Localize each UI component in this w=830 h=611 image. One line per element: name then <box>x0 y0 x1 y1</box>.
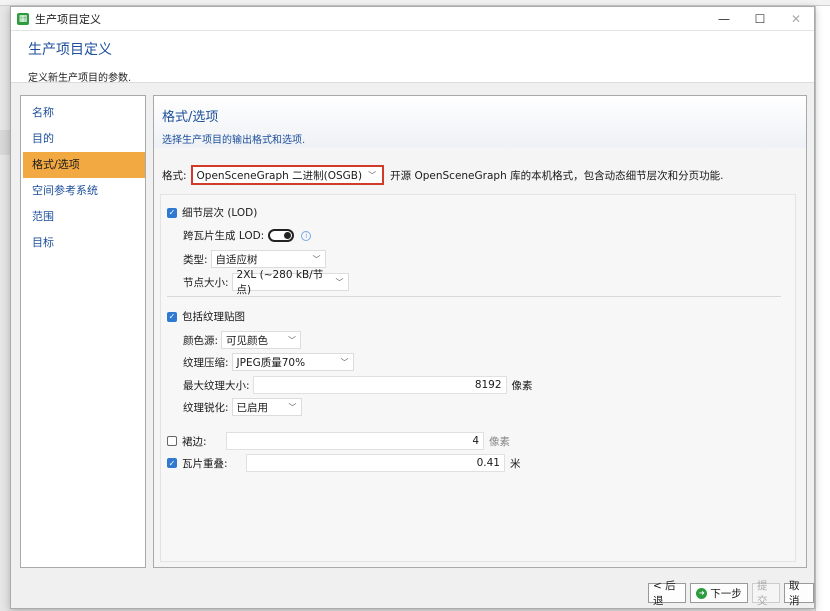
skirt-row: 裙边: 4 像素 <box>167 432 510 450</box>
nav-item-format[interactable]: 格式/选项 <box>23 152 145 178</box>
wizard-footer: < 后退 ➜ 下一步 提交 取消 <box>11 575 816 608</box>
color-source-label: 颜色源: <box>183 334 219 347</box>
skirt-input[interactable]: 4 <box>226 432 484 450</box>
chevron-down-icon: ﹀ <box>312 254 321 264</box>
minimize-button[interactable]: — <box>706 7 742 31</box>
color-source-value: 可见颜色 <box>226 334 269 347</box>
lod-checkbox-row[interactable]: ✓ 细节层次 (LOD) <box>167 205 257 220</box>
chevron-down-icon: ﹀ <box>288 402 297 412</box>
overlap-input[interactable]: 0.41 <box>246 454 505 472</box>
title-bar: ▦ 生产项目定义 — ☐ ✕ <box>11 7 814 31</box>
texture-sharpen-value: 已启用 <box>236 401 269 414</box>
background-left-edge <box>0 130 10 155</box>
nav-item-target[interactable]: 目标 <box>21 230 145 256</box>
skirt-label: 裙边: <box>182 435 207 448</box>
texture-checkbox[interactable]: ✓ <box>167 311 177 322</box>
chevron-down-icon: ﹀ <box>288 335 297 345</box>
cross-tile-lod-row: 跨瓦片生成 LOD: i <box>183 228 312 243</box>
cancel-button[interactable]: 取消 <box>784 580 814 607</box>
overlap-row: ✓ 瓦片重叠: 0.41 米 <box>167 454 521 472</box>
format-select-value: OpenSceneGraph 二进制(OSGB) <box>196 169 363 182</box>
node-size-label: 节点大小: <box>183 276 229 289</box>
close-button[interactable]: ✕ <box>778 7 814 31</box>
wizard-nav: 名称 目的 格式/选项 空间参考系统 范围 目标 <box>20 95 146 568</box>
color-source-row: 颜色源: 可见颜色 ﹀ <box>183 331 302 349</box>
background-right-panel <box>815 6 830 611</box>
window-title: 生产项目定义 <box>35 12 101 26</box>
format-select[interactable]: OpenSceneGraph 二进制(OSGB) ﹀ <box>190 165 385 185</box>
section-subtitle: 选择生产项目的输出格式和选项. <box>162 135 306 146</box>
overlap-checkbox[interactable]: ✓ <box>167 458 177 468</box>
lod-label: 细节层次 (LOD) <box>182 207 258 219</box>
texture-sharpen-row: 纹理锐化: 已启用 ﹀ <box>183 398 302 416</box>
dialog-window: ▦ 生产项目定义 — ☐ ✕ 生产项目定义 定义新生产项目的参数. 名称 目的 … <box>10 6 815 609</box>
nav-item-extent[interactable]: 范围 <box>21 204 145 230</box>
max-texture-size-row: 最大纹理大小: 8192 像素 <box>183 376 533 394</box>
node-size-select[interactable]: 2XL (~280 kB/节点) ﹀ <box>231 269 349 296</box>
format-label: 格式: <box>162 169 187 182</box>
cross-tile-lod-label: 跨瓦片生成 LOD: <box>183 230 265 242</box>
section-title: 格式/选项 <box>162 110 219 125</box>
color-source-select[interactable]: 可见颜色 ﹀ <box>221 331 302 349</box>
lod-type-label: 类型: <box>183 253 208 266</box>
format-row: 格式: OpenSceneGraph 二进制(OSGB) ﹀ 开源 OpenSc… <box>162 165 723 185</box>
chevron-down-icon: ﹀ <box>340 357 349 367</box>
node-size-value: 2XL (~280 kB/节点) <box>236 269 324 296</box>
next-button[interactable]: ➜ 下一步 <box>690 583 748 603</box>
skirt-checkbox[interactable] <box>167 436 177 446</box>
lod-type-value: 自适应树 <box>215 253 258 266</box>
page-subtitle: 定义新生产项目的参数. <box>28 73 132 84</box>
lod-type-row: 类型: 自适应树 ﹀ <box>183 250 326 268</box>
lod-type-select[interactable]: 自适应树 ﹀ <box>210 250 326 268</box>
format-description: 开源 OpenSceneGraph 库的本机格式，包含动态细节层次和分页功能. <box>390 169 724 182</box>
overlap-unit: 米 <box>510 457 521 470</box>
content-header: 格式/选项 选择生产项目的输出格式和选项. <box>154 96 806 148</box>
nav-item-name[interactable]: 名称 <box>21 100 145 126</box>
texture-compression-label: 纹理压缩: <box>183 356 229 369</box>
texture-label: 包括纹理贴图 <box>182 311 245 323</box>
info-icon[interactable]: i <box>301 230 312 241</box>
max-texture-size-input[interactable]: 8192 <box>252 376 507 394</box>
max-texture-size-label: 最大纹理大小: <box>183 379 250 392</box>
cross-tile-lod-toggle[interactable] <box>268 229 295 242</box>
overlap-label: 瓦片重叠: <box>182 457 228 470</box>
texture-compression-row: 纹理压缩: JPEG质量70% ﹀ <box>183 353 354 371</box>
texture-compression-value: JPEG质量70% <box>236 356 306 369</box>
back-button[interactable]: < 后退 <box>648 580 686 607</box>
next-label: 下一步 <box>710 587 742 600</box>
submit-button[interactable]: 提交 <box>752 580 780 607</box>
maximize-button[interactable]: ☐ <box>742 7 778 31</box>
chevron-down-icon: ﹀ <box>368 170 377 180</box>
node-size-row: 节点大小: 2XL (~280 kB/节点) ﹀ <box>183 269 349 296</box>
max-texture-size-unit: 像素 <box>511 379 533 392</box>
texture-sharpen-label: 纹理锐化: <box>183 401 229 414</box>
content-pane: 格式/选项 选择生产项目的输出格式和选项. 格式: OpenSceneGraph… <box>153 95 807 568</box>
lod-checkbox[interactable]: ✓ <box>167 207 177 218</box>
options-panel: ✓ 细节层次 (LOD) 跨瓦片生成 LOD: i 类型: 自适应树 ﹀ 节点大… <box>160 194 796 562</box>
app-icon: ▦ <box>17 12 29 25</box>
nav-item-purpose[interactable]: 目的 <box>21 126 145 152</box>
chevron-down-icon: ﹀ <box>335 277 344 287</box>
nav-item-srs[interactable]: 空间参考系统 <box>21 178 145 204</box>
texture-sharpen-select[interactable]: 已启用 ﹀ <box>231 398 302 416</box>
wizard-header: 生产项目定义 定义新生产项目的参数. <box>11 31 814 84</box>
next-arrow-icon: ➜ <box>696 587 708 599</box>
texture-compression-select[interactable]: JPEG质量70% ﹀ <box>231 353 354 371</box>
skirt-unit: 像素 <box>489 435 510 448</box>
divider <box>167 296 781 297</box>
texture-checkbox-row[interactable]: ✓ 包括纹理贴图 <box>167 309 245 324</box>
page-title: 生产项目定义 <box>28 42 112 58</box>
